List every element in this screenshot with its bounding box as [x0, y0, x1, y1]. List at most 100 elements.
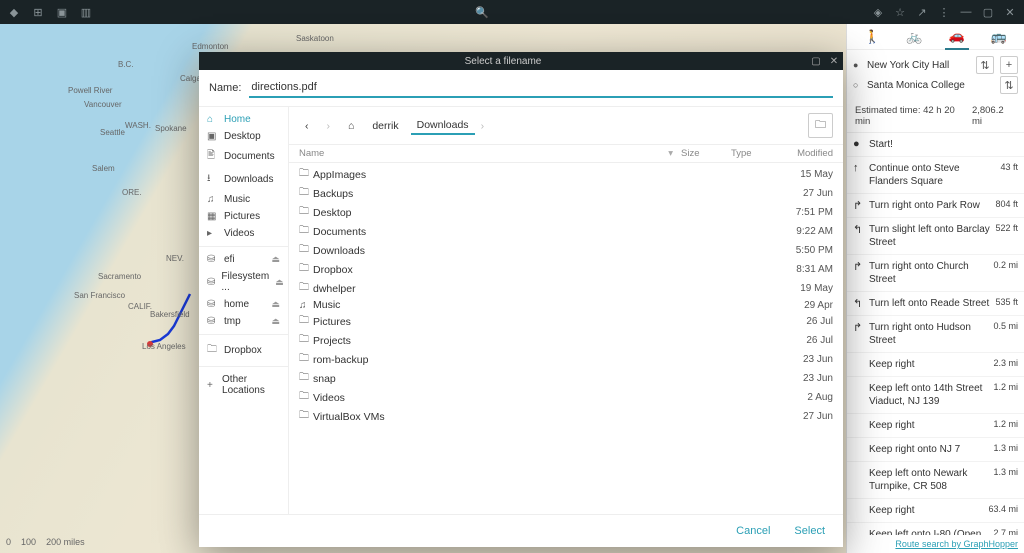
- sidebar-item[interactable]: ⛁ home ⏏: [199, 296, 288, 313]
- step-text: Keep left onto I-80 (Open Road Tolling): [869, 528, 993, 535]
- direction-step[interactable]: Keep left onto I-80 (Open Road Tolling) …: [847, 523, 1024, 535]
- origin-input[interactable]: New York City Hall: [867, 60, 970, 71]
- maneuver-icon: [853, 467, 869, 493]
- sidebar-item[interactable]: ⭳ Downloads: [199, 168, 288, 191]
- crumb-user[interactable]: derrik: [366, 118, 404, 134]
- direction-step[interactable]: ↑ Continue onto Steve Flanders Square 43…: [847, 157, 1024, 194]
- direction-step[interactable]: Keep right 63.4 mi: [847, 499, 1024, 523]
- file-row[interactable]: 🗀 Pictures 26 Jul: [289, 312, 843, 331]
- file-row[interactable]: 🗀 Desktop 7:51 PM: [289, 203, 843, 222]
- col-name[interactable]: Name: [299, 148, 668, 159]
- file-row[interactable]: 🗀 rom-backup 23 Jun: [289, 350, 843, 369]
- maneuver-icon: ↰: [853, 223, 869, 249]
- cancel-button[interactable]: Cancel: [736, 525, 770, 537]
- sidebar-item[interactable]: ⛁ efi ⏏: [199, 251, 288, 268]
- minimize-icon[interactable]: —: [960, 6, 972, 18]
- transit-icon[interactable]: 🚌: [987, 25, 1011, 49]
- location-icon[interactable]: ◈: [872, 6, 884, 18]
- file-modified: 23 Jun: [781, 373, 833, 384]
- nav-fwd-icon[interactable]: ›: [321, 118, 337, 134]
- direction-step[interactable]: Keep left onto Newark Turnpike, CR 508 1…: [847, 462, 1024, 499]
- file-row[interactable]: 🗀 Projects 26 Jul: [289, 331, 843, 350]
- bike-icon[interactable]: 🚲: [902, 25, 926, 49]
- walk-icon[interactable]: 🚶: [860, 25, 884, 49]
- file-row[interactable]: 🗀 VirtualBox VMs 27 Jun: [289, 407, 843, 426]
- eject-icon[interactable]: ⏏: [271, 299, 280, 310]
- sidebar-item[interactable]: ♫ Music: [199, 191, 288, 208]
- file-row[interactable]: 🗀 snap 23 Jun: [289, 369, 843, 388]
- dialog-maximize-icon[interactable]: ▢: [807, 56, 825, 67]
- file-row[interactable]: ♫ Music 29 Apr: [289, 298, 843, 312]
- crumb-current[interactable]: Downloads: [411, 117, 475, 135]
- direction-step[interactable]: ↰ Turn left onto Reade Street 535 ft: [847, 292, 1024, 316]
- direction-step[interactable]: Keep right 2.3 mi: [847, 353, 1024, 377]
- select-button[interactable]: Select: [794, 525, 825, 537]
- step-text: Turn left onto Reade Street: [869, 297, 995, 310]
- sidebar-item[interactable]: ⛁ tmp ⏏: [199, 313, 288, 330]
- clear-dest-icon[interactable]: ⇅: [1000, 76, 1018, 94]
- file-name: Downloads: [313, 245, 781, 257]
- file-row[interactable]: 🗀 Backups 27 Jun: [289, 184, 843, 203]
- route-provider-link[interactable]: Route search by GraphHopper: [847, 535, 1024, 553]
- sidebar-item-label: Dropbox: [224, 345, 262, 356]
- sidebar-item[interactable]: 🗀 Dropbox: [199, 339, 288, 362]
- direction-step[interactable]: ↱ Turn right onto Park Row 804 ft: [847, 194, 1024, 218]
- sidebar-item[interactable]: 🖹 Documents: [199, 145, 288, 168]
- file-row[interactable]: 🗀 AppImages 15 May: [289, 165, 843, 184]
- file-row[interactable]: 🗀 Dropbox 8:31 AM: [289, 260, 843, 279]
- map-place-label: Saskatoon: [296, 34, 334, 43]
- new-folder-icon[interactable]: 🗀: [808, 113, 833, 138]
- star-icon[interactable]: ☆: [894, 6, 906, 18]
- directions-steps[interactable]: ● Start! ↑ Continue onto Steve Flanders …: [847, 133, 1024, 535]
- car-icon[interactable]: 🚗: [945, 24, 969, 50]
- dialog-close-icon[interactable]: ✕: [825, 56, 843, 67]
- direction-step[interactable]: ↱ Turn right onto Church Street 0.2 mi: [847, 255, 1024, 292]
- activities-icon[interactable]: ◆: [8, 6, 20, 18]
- window-list-icon[interactable]: ▣: [56, 6, 68, 18]
- sidebar-item[interactable]: + Other Locations: [199, 371, 288, 399]
- swap-icon[interactable]: ⇅: [976, 56, 994, 74]
- sidebar-item[interactable]: ▸ Videos: [199, 225, 288, 242]
- eject-icon[interactable]: ⏏: [271, 254, 280, 265]
- menu-icon[interactable]: ⋮: [938, 6, 950, 18]
- maximize-icon[interactable]: ▢: [982, 6, 994, 18]
- direction-step[interactable]: Keep left onto 14th Street Viaduct, NJ 1…: [847, 377, 1024, 414]
- direction-step[interactable]: Keep right onto NJ 7 1.3 mi: [847, 438, 1024, 462]
- file-row[interactable]: 🗀 Downloads 5:50 PM: [289, 241, 843, 260]
- direction-step[interactable]: ↰ Turn slight left onto Barclay Street 5…: [847, 218, 1024, 255]
- sidebar-item[interactable]: ▦ Pictures: [199, 208, 288, 225]
- file-row[interactable]: 🗀 dwhelper 19 May: [289, 279, 843, 298]
- folder-icon: 🗀: [299, 223, 313, 240]
- search-icon[interactable]: 🔍: [476, 6, 488, 18]
- eject-icon[interactable]: ⏏: [275, 277, 284, 288]
- direction-step[interactable]: ● Start!: [847, 133, 1024, 157]
- sidebar-item[interactable]: ⌂ Home: [199, 111, 288, 128]
- file-list[interactable]: 🗀 AppImages 15 May🗀 Backups 27 Jun🗀 Desk…: [289, 163, 843, 514]
- destination-input[interactable]: Santa Monica College: [867, 80, 994, 91]
- file-row[interactable]: 🗀 Documents 9:22 AM: [289, 222, 843, 241]
- col-modified[interactable]: Modified: [781, 148, 833, 159]
- sidebar-item[interactable]: ▣ Desktop: [199, 128, 288, 145]
- col-type[interactable]: Type: [731, 148, 781, 159]
- maneuver-icon: ↑: [853, 162, 869, 188]
- col-size[interactable]: Size: [681, 148, 731, 159]
- folder-icon: 🗀: [299, 313, 313, 330]
- direction-step[interactable]: ↱ Turn right onto Hudson Street 0.5 mi: [847, 316, 1024, 353]
- file-row[interactable]: 🗀 Videos 2 Aug: [289, 388, 843, 407]
- sidebar-item-label: Videos: [224, 228, 254, 239]
- close-icon[interactable]: ✕: [1004, 6, 1016, 18]
- app-grid-icon[interactable]: ⊞: [32, 6, 44, 18]
- sidebar-item[interactable]: ⛁ Filesystem ... ⏏: [199, 268, 288, 296]
- workspace-icon[interactable]: ▥: [80, 6, 92, 18]
- file-list-header: Name ▾ Size Type Modified: [289, 145, 843, 163]
- arrow-icon[interactable]: ↗: [916, 6, 928, 18]
- nav-back-icon[interactable]: ‹: [299, 118, 315, 134]
- add-stop-button[interactable]: +: [1000, 56, 1018, 74]
- direction-step[interactable]: Keep right 1.2 mi: [847, 414, 1024, 438]
- filename-input[interactable]: [249, 78, 833, 98]
- sort-icon[interactable]: ▾: [668, 148, 673, 159]
- file-modified: 29 Apr: [781, 300, 833, 311]
- eject-icon[interactable]: ⏏: [271, 316, 280, 327]
- home-icon[interactable]: ⌂: [342, 118, 360, 134]
- maneuver-icon: [853, 358, 869, 371]
